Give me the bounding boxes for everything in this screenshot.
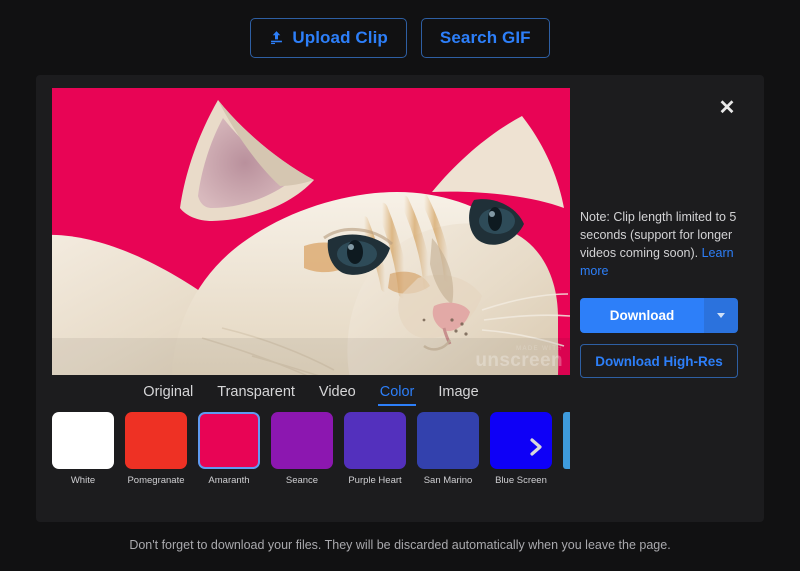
app-root: Upload Clip Search GIF ✕: [0, 0, 800, 571]
swatch-amaranth[interactable]: Amaranth: [198, 412, 260, 486]
tab-color[interactable]: Color: [378, 382, 417, 406]
swatch-label: Amaranth: [198, 475, 260, 486]
swatch-label: White: [52, 475, 114, 486]
swatch-color: [125, 412, 187, 469]
swatch-color: [344, 412, 406, 469]
tab-transparent[interactable]: Transparent: [215, 382, 297, 406]
upload-clip-button[interactable]: Upload Clip: [250, 18, 407, 58]
tab-video[interactable]: Video: [317, 382, 358, 406]
swatch-color: [52, 412, 114, 469]
download-button-group: Download: [580, 298, 738, 333]
swatch-label: Purple Heart: [344, 475, 406, 486]
output-format-tabs: Original Transparent Video Color Image: [52, 382, 570, 406]
swatch-label: Blue Screen: [490, 475, 552, 486]
download-button[interactable]: Download: [580, 298, 704, 333]
swatch-label: Seance: [271, 475, 333, 486]
chevron-down-icon: [717, 313, 725, 318]
side-panel: Note: Clip length limited to 5 seconds (…: [580, 208, 738, 378]
top-action-bar: Upload Clip Search GIF: [0, 0, 800, 75]
footer-note: Don't forget to download your files. The…: [0, 538, 800, 552]
close-icon[interactable]: ✕: [716, 97, 738, 119]
clip-length-note: Note: Clip length limited to 5 seconds (…: [580, 208, 738, 280]
swatch-label: Pomegranate: [125, 475, 187, 486]
tab-original[interactable]: Original: [141, 382, 195, 406]
upload-clip-label: Upload Clip: [292, 28, 388, 48]
download-options-button[interactable]: [704, 298, 738, 333]
color-swatch-strip: White Pomegranate Amaranth Seance Purple…: [52, 412, 570, 492]
swatch-color: [198, 412, 260, 469]
swatch-white[interactable]: White: [52, 412, 114, 486]
chevron-right-icon[interactable]: [528, 437, 544, 457]
swatch-seance[interactable]: Seance: [271, 412, 333, 486]
editor-modal: ✕: [36, 75, 764, 522]
tab-image[interactable]: Image: [436, 382, 480, 406]
download-high-res-button[interactable]: Download High-Res: [580, 344, 738, 378]
swatch-pomegranate[interactable]: Pomegranate: [125, 412, 187, 486]
search-gif-button[interactable]: Search GIF: [421, 18, 550, 58]
search-gif-label: Search GIF: [440, 28, 531, 48]
swatch-next-partial[interactable]: [563, 412, 570, 469]
swatch-san-marino[interactable]: San Marino: [417, 412, 479, 486]
swatch-purple-heart[interactable]: Purple Heart: [344, 412, 406, 486]
swatch-label: San Marino: [417, 475, 479, 486]
upload-icon: [269, 30, 284, 45]
clip-preview[interactable]: MADE WITH unscreen: [52, 88, 570, 375]
swatch-color: [417, 412, 479, 469]
swatch-color: [271, 412, 333, 469]
